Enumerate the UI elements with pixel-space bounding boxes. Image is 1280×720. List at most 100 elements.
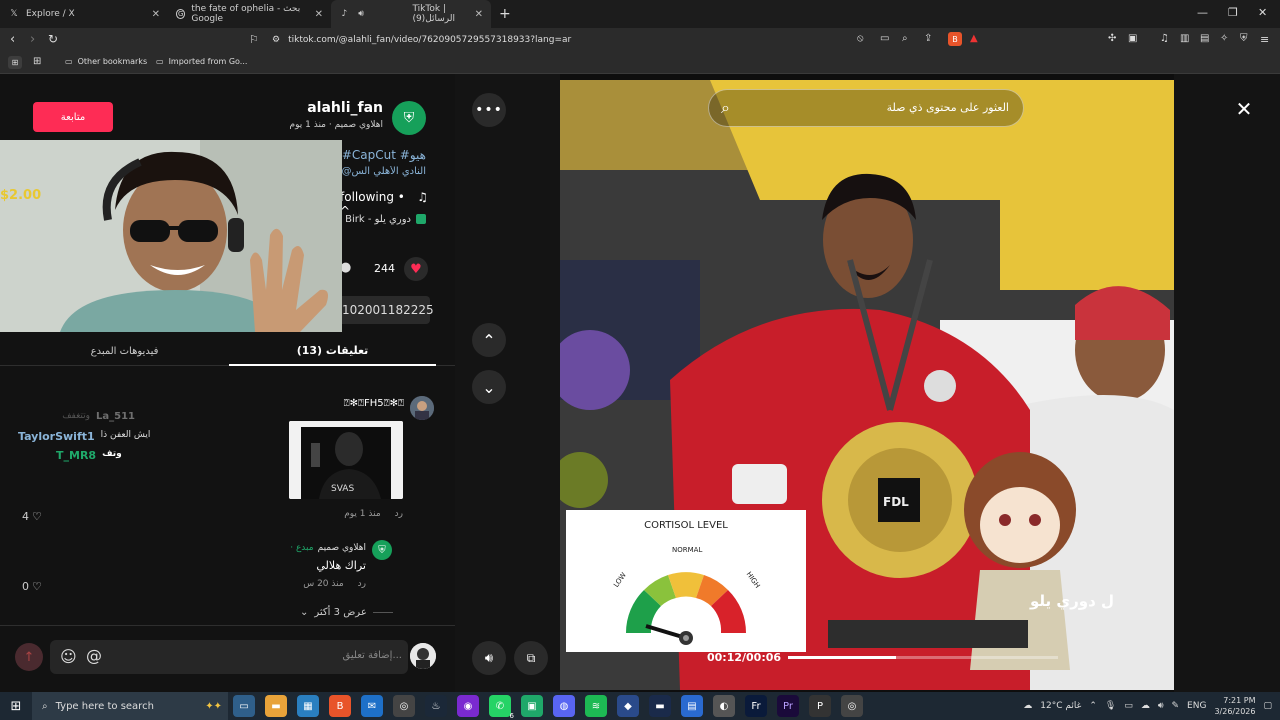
comment-image[interactable]: SVAS [289,421,403,499]
mention-taylorswift1[interactable]: TaylorSwift1 [18,430,95,443]
sound-row[interactable]: Birk - دوري يلو [340,214,426,225]
leo-ai-icon[interactable]: ✧ [1220,33,1228,44]
discord-icon[interactable]: ◍ [553,695,575,717]
emoji-icon[interactable]: ☺ [60,647,77,666]
restore-button[interactable]: ❐ [1228,6,1238,19]
bookmark-imported[interactable]: ▭ Imported from Go... [156,57,247,66]
app-icon[interactable]: ◐ [713,695,735,717]
commenter-avatar[interactable] [410,396,434,420]
comment-author[interactable]: ⍰✻⍰FH5⍰✻⍰ [300,398,404,409]
chevron-up-icon[interactable]: ⌃ [1089,701,1097,711]
brave-icon[interactable]: B [329,695,351,717]
caption-hashtags[interactable]: #CapCut #هيو [340,148,426,162]
mention-icon[interactable]: @ [86,646,102,665]
taskbar-search[interactable]: ⌕ Type here to search ✦✦ [32,692,228,720]
app-icon[interactable]: ◎ [393,695,415,717]
reply-author[interactable]: اهلاوي صميم [318,543,366,553]
tab-comments[interactable]: (13) تعليقات [229,336,436,366]
comment-input[interactable]: ☺ @ إضافة تعليق... [50,640,408,674]
start-button[interactable]: ⊞ [5,695,27,717]
clock[interactable]: 7:21 PM 3/26/2026 [1214,695,1255,717]
volume-icon[interactable]: 🔊︎ [1158,701,1164,711]
user-avatar[interactable] [410,643,436,669]
network-icon[interactable]: ▭ [1124,701,1133,711]
copy-link-field[interactable]: 102001182225 [338,296,434,324]
app-icon[interactable]: ◎ [841,695,863,717]
comment-like[interactable]: 4 ♡ [22,510,42,523]
reload-icon[interactable]: ↻ [48,32,58,46]
pip-button[interactable]: ⧉ [514,641,548,675]
tab-explore-x[interactable]: 𝕏 Explore / X ✕ [0,0,168,28]
close-icon[interactable]: ✕ [315,9,323,20]
more-options-button[interactable]: ••• [472,93,506,127]
author-username[interactable]: alahli_fan [250,100,383,116]
forward-icon[interactable]: › [30,32,35,47]
store-icon[interactable]: ▦ [297,695,319,717]
video-progress-track[interactable] [788,656,1058,659]
creator-avatar[interactable]: ⛨ [372,540,392,560]
apps-icon[interactable]: ⊞ [33,56,41,67]
spotify-icon[interactable]: ≋ [585,695,607,717]
reading-list-icon[interactable]: ⊞ [8,56,22,69]
author-avatar[interactable]: ⛨ [392,101,426,135]
no-translate-icon[interactable]: ⦸ [857,33,864,44]
window-close-button[interactable]: ✕ [1258,6,1267,19]
mail-icon[interactable]: ✉ [361,695,383,717]
close-icon[interactable]: ✕ [475,9,483,20]
heart-icon[interactable]: ♥ [404,257,428,281]
vpn-icon[interactable]: ⛨ [1240,33,1248,44]
mic-icon[interactable]: 🎙︎ [1105,701,1116,711]
reply-button[interactable]: رد [395,509,403,519]
send-button[interactable]: ↑ [15,643,43,671]
reply-button[interactable]: رد [358,579,366,589]
brave-shield-icon[interactable]: B [948,32,962,46]
previous-video-button[interactable]: ⌃ [472,323,506,357]
site-info-icon[interactable]: ⚙ [272,35,280,45]
wallet-icon[interactable]: ▤ [1200,33,1209,44]
bookmark-icon[interactable]: ⚐ [249,33,259,46]
reply-like[interactable]: 0 ♡ [22,580,42,593]
app-icon[interactable]: P [809,695,831,717]
speaker-icon[interactable]: 🔊︎ [356,8,367,20]
menu-icon[interactable]: ≡ [1260,33,1269,46]
close-video-button[interactable]: ✕ [1227,92,1261,126]
whatsapp-icon[interactable]: ✆ 6 [489,695,514,720]
new-tab-button[interactable]: + [499,6,511,22]
pen-icon[interactable]: ✎ [1172,701,1180,711]
reader-icon[interactable]: ▣ [1128,33,1137,44]
video-player[interactable]: FDL ⌕ العثور على محتوى ذي صلة CORTISOL L… [560,80,1174,690]
close-icon[interactable]: ✕ [152,9,160,20]
weather-text[interactable]: 12°C غائم [1040,701,1081,711]
file-explorer-icon[interactable]: ▬ [265,695,287,717]
task-view-icon[interactable]: ▭ [233,695,255,717]
bookmark-other[interactable]: ▭ Other bookmarks [65,57,147,66]
comment-icon[interactable]: ● [340,260,358,278]
related-search-bar[interactable]: ⌕ العثور على محتوى ذي صلة [708,89,1024,127]
brave-rewards-icon[interactable]: ▲ [970,33,978,44]
app-icon[interactable]: ◉ [457,695,479,717]
volume-button[interactable]: 🔊︎ [472,641,506,675]
app-icon[interactable]: ▣ [521,695,543,717]
tab-tiktok[interactable]: ♪ 🔊︎ TikTok | (9)الرسائل ✕ [331,0,491,28]
media-icon[interactable]: ♫ [1160,33,1169,44]
back-icon[interactable]: ‹ [10,32,15,47]
caption-mention[interactable]: @النادي الأهلي الس [340,166,426,177]
mention-la511[interactable]: La_511 [96,411,135,422]
share-icon[interactable]: ⇪ [924,33,932,44]
tab-creator-videos[interactable]: فيديوهات المبدع [20,336,229,366]
app-icon[interactable]: ◆ [617,695,639,717]
next-video-button[interactable]: ⌄ [472,370,506,404]
premiere-icon[interactable]: Pr [777,695,799,717]
extensions-icon[interactable]: ✣ [1108,33,1116,44]
view-more-replies[interactable]: ⌄ عرض 3 أكثر [300,607,400,618]
cast-icon[interactable]: ▭ [880,33,889,44]
follow-button[interactable]: متابعة [33,102,113,132]
minimize-button[interactable]: — [1197,6,1208,19]
mention-tmr8[interactable]: T_MR8 [56,449,96,462]
steam-icon[interactable]: ♨ [425,695,447,717]
notifications-icon[interactable]: ▢ [1263,701,1272,711]
app-icon[interactable]: ▬ [649,695,671,717]
language-indicator[interactable]: ENG [1187,701,1206,711]
sidebar-icon[interactable]: ▥ [1180,33,1189,44]
tab-google[interactable]: G the fate of ophelia - بحث Google ✕ [168,0,331,28]
